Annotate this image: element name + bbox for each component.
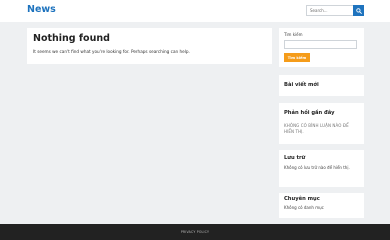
recent-posts-widget: Bài viết mới <box>279 75 364 96</box>
archives-empty: Không có lưu trữ nào để hiển thị. <box>284 165 350 170</box>
site-header: News <box>0 0 390 22</box>
recent-posts-title: Bài viết mới <box>284 82 319 88</box>
archives-title: Lưu trữ <box>284 155 306 161</box>
site-logo[interactable]: News <box>27 4 56 15</box>
categories-widget: Chuyên mục Không có danh mục <box>279 193 364 218</box>
recent-comments-title: Phản hồi gần đây <box>284 110 335 116</box>
header-search-input[interactable] <box>306 5 353 16</box>
no-results-message: It seems we can't find what you're looki… <box>33 49 190 54</box>
categories-empty: Không có danh mục <box>284 205 324 210</box>
page-title: Nothing found <box>33 33 110 44</box>
sidebar-search-widget: Tìm kiếm Tìm kiếm <box>279 28 364 67</box>
recent-comments-widget: Phản hồi gần đây KHÔNG CÓ BÌNH LUẬN NÀO … <box>279 103 364 144</box>
recent-comments-empty: KHÔNG CÓ BÌNH LUẬN NÀO ĐỂ HIỂN THỊ. <box>284 123 349 134</box>
categories-title: Chuyên mục <box>284 196 320 202</box>
archives-widget: Lưu trữ Không có lưu trữ nào để hiển thị… <box>279 150 364 187</box>
site-footer: PRIVACY POLICY <box>0 224 390 240</box>
sidebar-search-button[interactable]: Tìm kiếm <box>284 53 310 62</box>
header-search-form <box>306 5 364 16</box>
sidebar-search-input[interactable] <box>284 40 357 49</box>
search-icon <box>355 7 362 14</box>
no-results-card: Nothing found It seems we can't find wha… <box>27 28 272 64</box>
header-search-button[interactable] <box>353 5 364 16</box>
sidebar-search-label: Tìm kiếm <box>284 32 303 37</box>
privacy-policy-link[interactable]: PRIVACY POLICY <box>0 230 390 234</box>
